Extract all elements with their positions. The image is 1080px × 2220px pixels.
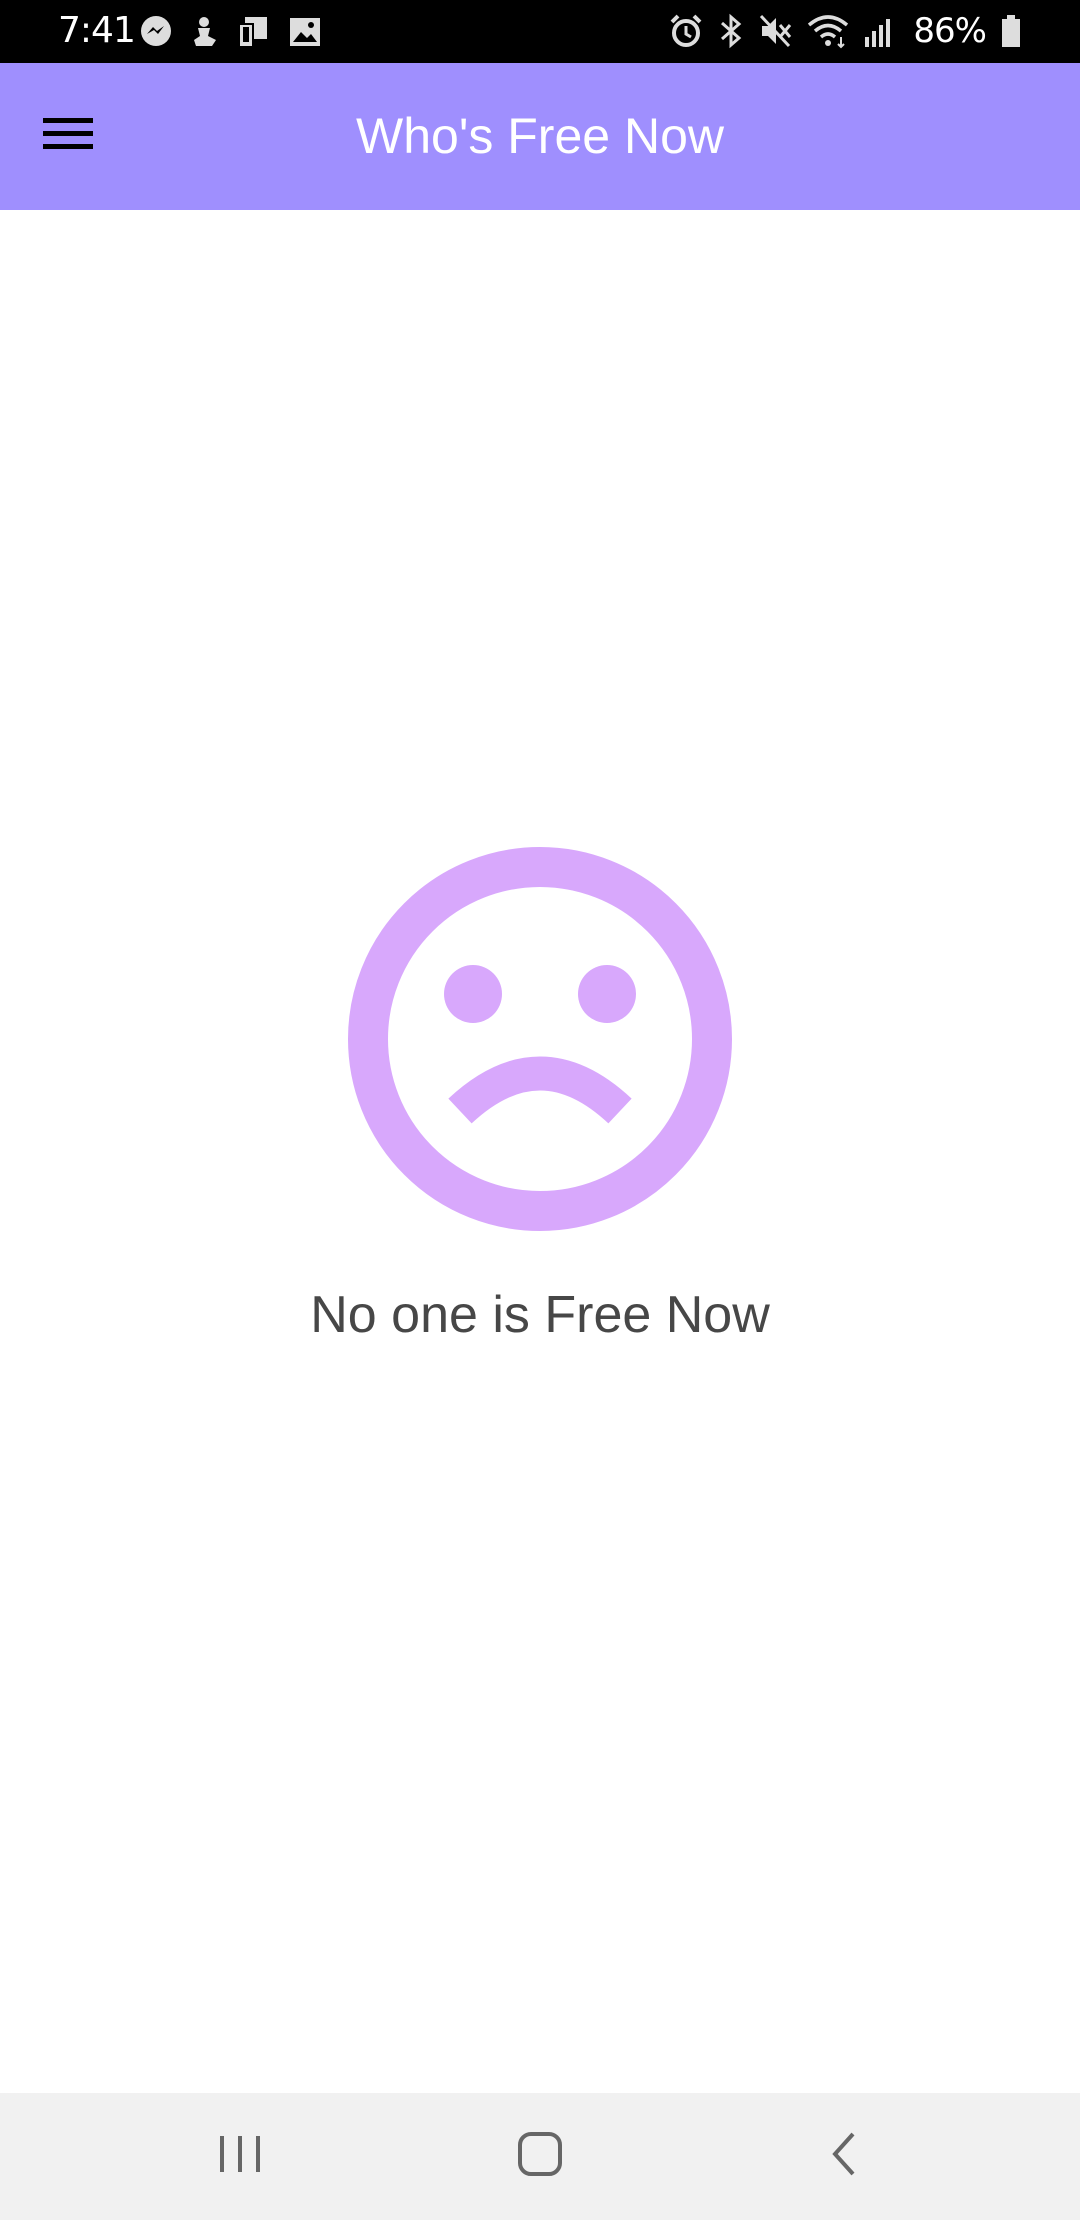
empty-state: No one is Free Now [0, 840, 1080, 1360]
back-icon [829, 2131, 859, 2181]
recents-icon [218, 2134, 262, 2178]
status-notification-icons [138, 13, 322, 51]
sad-face-icon [347, 846, 733, 1236]
home-icon [517, 2131, 563, 2181]
mute-icon [759, 13, 793, 49]
battery-icon [1000, 13, 1022, 49]
navigation-bar [0, 2093, 1080, 2220]
notification-app-icon [190, 14, 220, 50]
status-system-icons: 86% [669, 10, 1022, 52]
bluetooth-icon [717, 13, 745, 49]
alarm-icon [669, 13, 703, 49]
status-bar: 7:41 86% [0, 0, 1080, 63]
messenger-icon [138, 14, 174, 50]
empty-message: No one is Free Now [310, 1286, 770, 1344]
screen-mirror-icon [236, 14, 272, 50]
page-title: Who's Free Now [356, 108, 724, 164]
home-button[interactable] [490, 2113, 590, 2199]
app-bar: Who's Free Now [0, 63, 1080, 210]
battery-percent: 86% [913, 11, 987, 51]
recents-button[interactable] [190, 2113, 290, 2199]
wifi-icon [807, 13, 849, 49]
gallery-icon [288, 15, 322, 49]
status-time: 7:41 [58, 10, 136, 51]
signal-icon [863, 13, 895, 49]
back-button[interactable] [794, 2113, 894, 2199]
